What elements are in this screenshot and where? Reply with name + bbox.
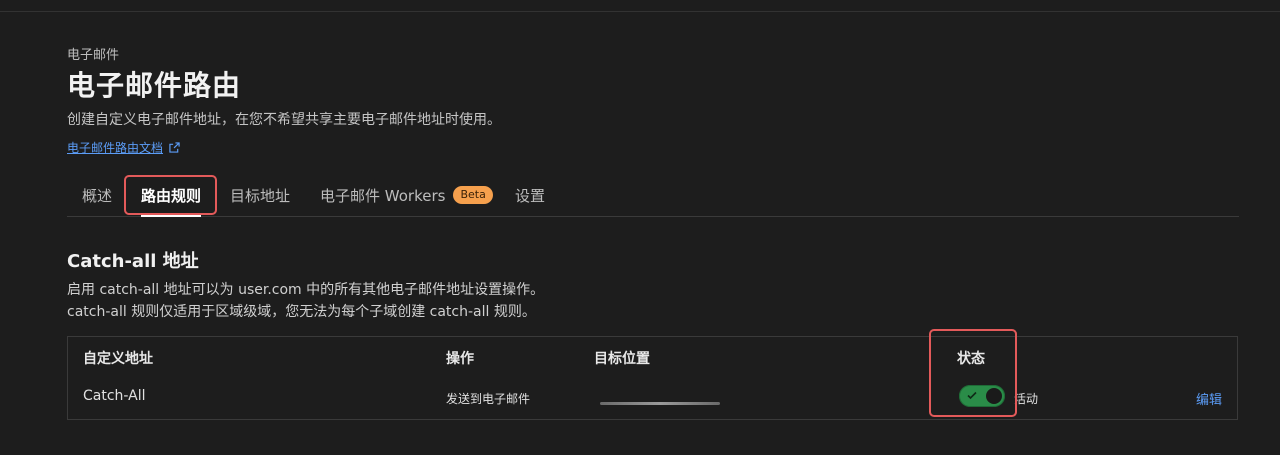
row-destination-redacted — [600, 402, 720, 405]
catch-all-table: 自定义地址 操作 目标位置 状态 Catch-All 发送到电子邮件 活动 编辑 — [67, 329, 1238, 420]
header-destination: 目标位置 — [594, 351, 650, 367]
row-status-label: 活动 — [1014, 392, 1039, 406]
toggle-knob — [986, 388, 1002, 404]
breadcrumb[interactable]: 电子邮件 — [67, 44, 119, 63]
docs-link[interactable]: 电子邮件路由文档 — [67, 139, 180, 156]
docs-link-label: 电子邮件路由文档 — [67, 141, 164, 155]
row-address: Catch-All — [83, 388, 146, 404]
status-toggle[interactable] — [959, 385, 1005, 407]
page-description: 创建自定义电子邮件地址，在您不希望共享主要电子邮件地址时使用。 — [67, 112, 501, 128]
tab-routing-rules[interactable]: 路由规则 — [141, 176, 202, 217]
tab-routing-rules-label: 路由规则 — [141, 186, 202, 205]
top-divider — [0, 11, 1280, 12]
tab-destination-addresses-label: 目标地址 — [230, 186, 291, 205]
row-action: 发送到电子邮件 — [446, 392, 531, 406]
tab-email-workers-label: 电子邮件 Workers — [320, 186, 446, 205]
tab-bar: 概述 路由规则 目标地址 电子邮件 Workers Beta 设置 — [67, 175, 1239, 217]
tab-destination-addresses[interactable]: 目标地址 — [230, 176, 290, 214]
catch-all-description-2: catch-all 规则仅适用于区域级域，您无法为每个子域创建 catch-al… — [67, 304, 536, 320]
tab-settings-label: 设置 — [515, 186, 546, 205]
tab-settings[interactable]: 设置 — [515, 176, 545, 214]
tab-overview-label: 概述 — [82, 186, 113, 205]
tab-email-workers[interactable]: 电子邮件 Workers Beta — [320, 176, 493, 214]
tab-overview[interactable]: 概述 — [82, 176, 112, 214]
header-action: 操作 — [446, 351, 474, 367]
catch-all-title: Catch-all 地址 — [67, 251, 199, 272]
beta-badge: Beta — [453, 186, 493, 204]
page-title: 电子邮件路由 — [67, 69, 242, 102]
edit-link[interactable]: 编辑 — [1196, 389, 1222, 408]
external-link-icon — [169, 142, 180, 153]
catch-all-description-1: 启用 catch-all 地址可以为 user.com 中的所有其他电子邮件地址… — [67, 282, 545, 298]
check-icon — [966, 389, 978, 401]
header-custom-address: 自定义地址 — [83, 351, 153, 367]
header-status: 状态 — [957, 351, 985, 367]
